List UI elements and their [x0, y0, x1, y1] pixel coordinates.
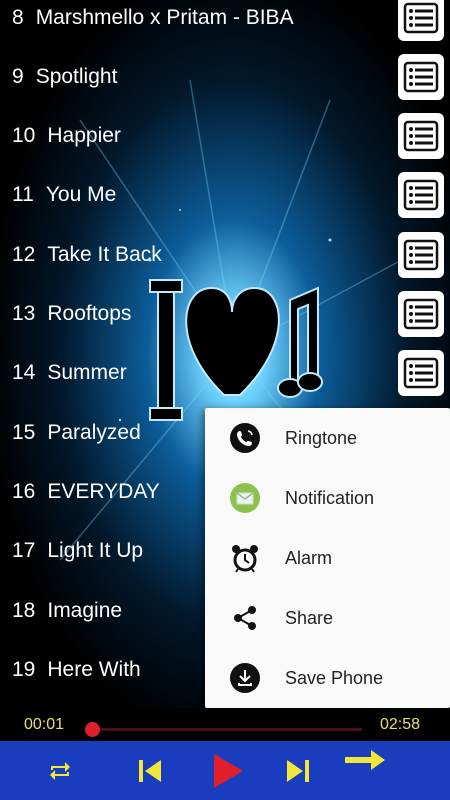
- download-icon: [229, 662, 261, 694]
- song-row[interactable]: 12 Take It Back: [0, 225, 450, 284]
- list-menu-icon: [403, 120, 439, 152]
- playback-progress: 00:01 02:58: [0, 708, 450, 741]
- next-button[interactable]: [278, 741, 318, 800]
- seek-bar[interactable]: [85, 722, 362, 737]
- song-options-button[interactable]: [398, 172, 444, 219]
- previous-button[interactable]: [130, 741, 170, 800]
- song-number: 17: [12, 539, 36, 563]
- song-row[interactable]: 11 You Me: [0, 166, 450, 225]
- menu-item-save-phone[interactable]: Save Phone: [205, 648, 450, 708]
- song-options-button[interactable]: [398, 0, 444, 41]
- song-number: 10: [12, 124, 36, 148]
- repeat-button[interactable]: [40, 741, 80, 800]
- context-menu: Ringtone Notification Alarm Share Save P…: [205, 408, 450, 708]
- song-number: 12: [12, 242, 36, 266]
- share-icon: [229, 602, 261, 634]
- player-controls: [0, 741, 450, 800]
- song-row[interactable]: 13 Rooftops: [0, 285, 450, 344]
- song-options-button[interactable]: [398, 350, 444, 397]
- song-row[interactable]: 14 Summer: [0, 344, 450, 403]
- menu-item-label: Share: [285, 607, 334, 628]
- menu-item-label: Ringtone: [285, 427, 358, 448]
- song-title: Here With: [47, 657, 141, 681]
- song-number: 8: [12, 5, 24, 29]
- song-title: Summer: [47, 361, 127, 385]
- song-title: Take It Back: [47, 242, 162, 266]
- menu-item-alarm[interactable]: Alarm: [205, 528, 450, 588]
- list-menu-icon: [403, 358, 439, 389]
- forward-arrow-button[interactable]: [342, 741, 388, 800]
- menu-item-share[interactable]: Share: [205, 588, 450, 648]
- song-title: Imagine: [47, 598, 123, 622]
- repeat-icon: [50, 761, 70, 780]
- song-options-button[interactable]: [398, 291, 444, 337]
- list-menu-icon: [403, 180, 439, 211]
- song-number: 19: [12, 657, 36, 681]
- play-button[interactable]: [208, 741, 248, 800]
- song-options-button[interactable]: [398, 113, 444, 160]
- song-options-button[interactable]: [398, 231, 444, 278]
- menu-item-ringtone[interactable]: Ringtone: [205, 408, 450, 468]
- current-time: 00:01: [24, 716, 65, 733]
- envelope-icon: [229, 482, 261, 514]
- list-menu-icon: [403, 2, 439, 33]
- seek-bar-thumb[interactable]: [85, 722, 100, 737]
- skip-previous-icon: [139, 759, 161, 782]
- song-row[interactable]: 10 Happier: [0, 107, 450, 166]
- song-title: Rooftops: [47, 302, 132, 325]
- song-number: 15: [12, 420, 36, 444]
- song-number: 16: [12, 479, 36, 503]
- song-row[interactable]: 9 Spotlight: [0, 47, 450, 106]
- song-title: Spotlight: [35, 64, 118, 88]
- song-title: You Me: [45, 183, 117, 207]
- song-title: Happier: [47, 124, 121, 148]
- song-number: 11: [12, 183, 34, 207]
- alarm-clock-icon: [229, 542, 261, 574]
- song-number: 9: [12, 64, 24, 88]
- list-menu-icon: [403, 239, 439, 270]
- song-title: EVERYDAY: [47, 479, 160, 503]
- song-title: Marshmello x Pritam - BIBA: [35, 5, 294, 29]
- skip-next-icon: [287, 759, 309, 782]
- song-title: Paralyzed: [47, 420, 141, 444]
- menu-item-label: Alarm: [285, 547, 333, 568]
- total-time: 02:58: [380, 716, 421, 733]
- play-icon: [214, 753, 243, 788]
- song-row[interactable]: 8 Marshmello x Pritam - BIBA: [0, 0, 450, 47]
- song-number: 14: [12, 361, 36, 385]
- menu-item-notification[interactable]: Notification: [205, 468, 450, 528]
- song-number: 18: [12, 598, 36, 622]
- song-title: Light It Up: [47, 539, 144, 563]
- menu-item-label: Save Phone: [285, 667, 384, 688]
- song-options-button[interactable]: [398, 53, 444, 100]
- list-menu-icon: [403, 61, 439, 93]
- arrow-right-icon: [345, 750, 385, 770]
- song-number: 13: [12, 302, 36, 325]
- menu-item-label: Notification: [285, 487, 375, 508]
- list-menu-icon: [403, 298, 439, 330]
- phone-ring-icon: [229, 422, 261, 454]
